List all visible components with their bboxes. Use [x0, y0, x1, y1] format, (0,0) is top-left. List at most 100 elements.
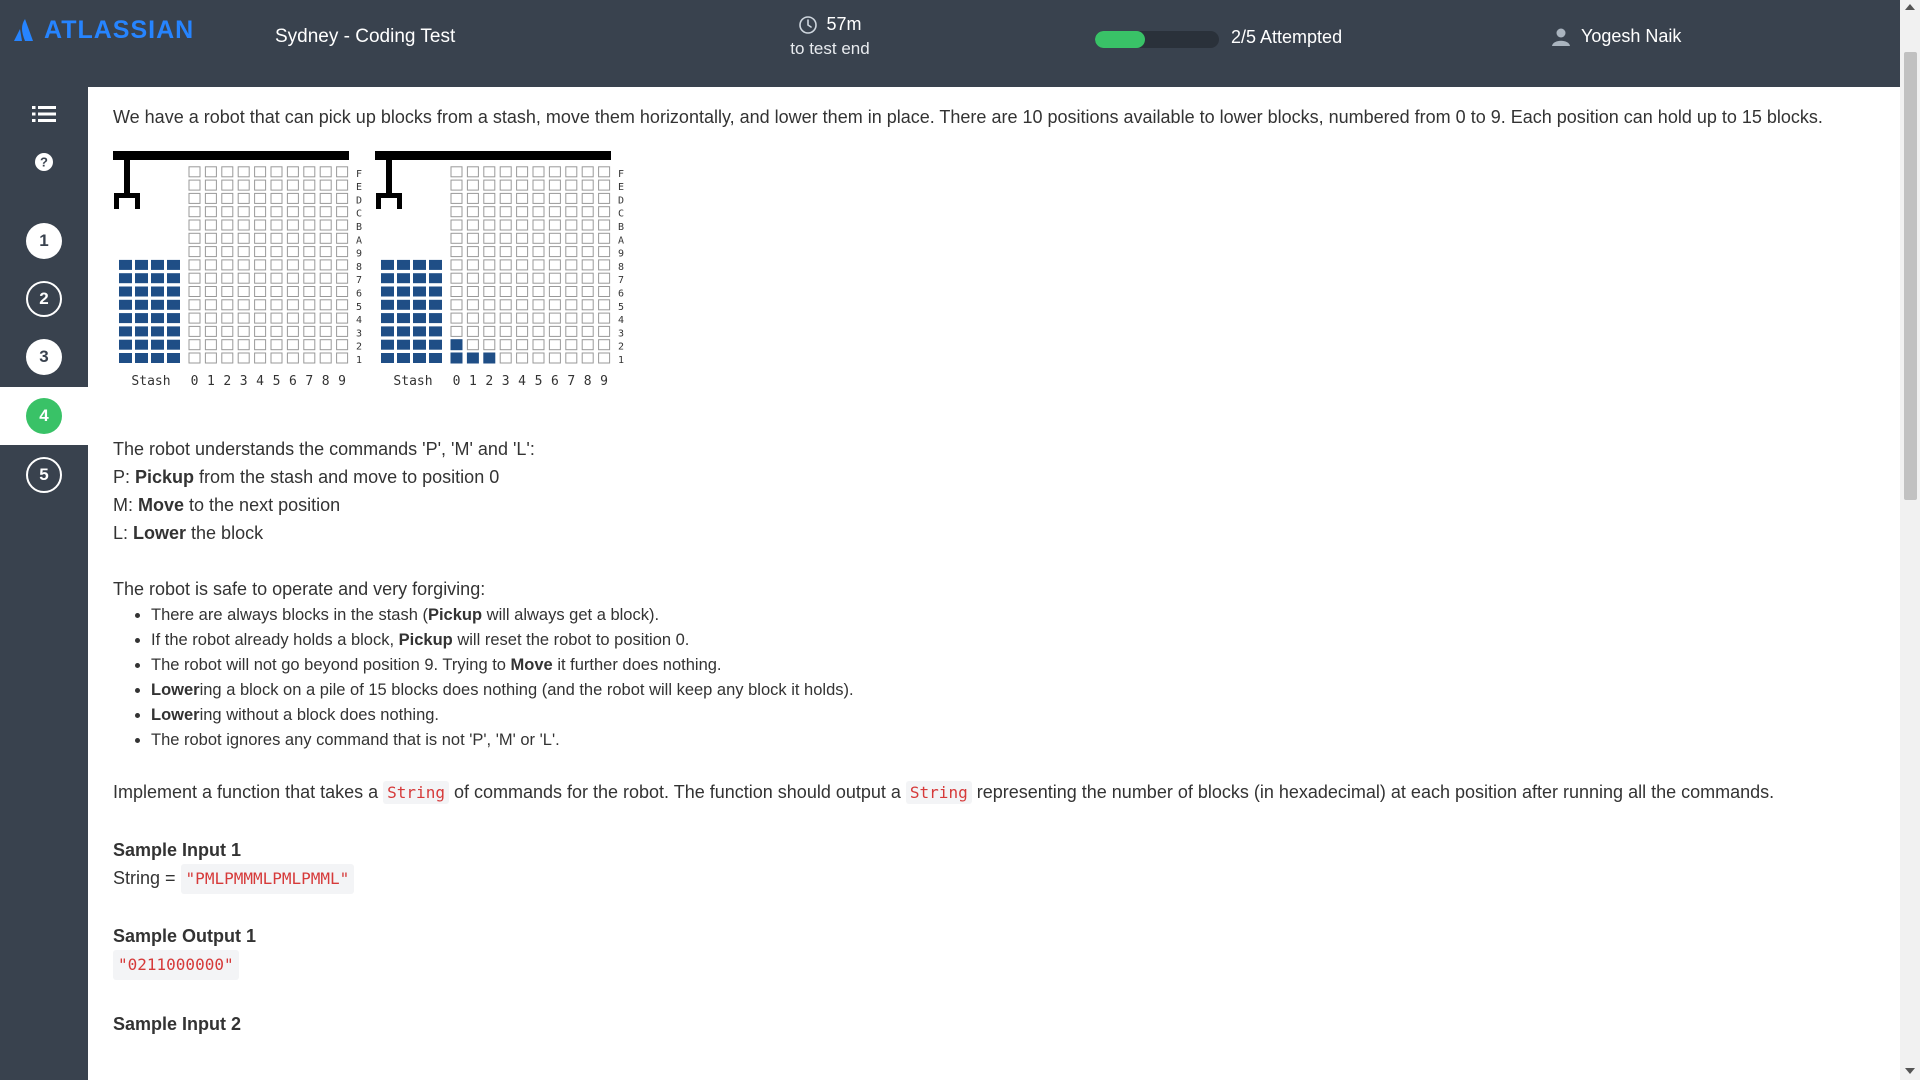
empty-slot [466, 299, 479, 311]
stash-block [119, 299, 132, 310]
empty-slot [581, 179, 594, 191]
empty-slot [598, 312, 611, 324]
empty-slot [483, 339, 496, 351]
level-label: 5 [356, 302, 362, 313]
empty-slot [270, 325, 283, 337]
empty-slot [221, 259, 234, 271]
empty-slot [516, 339, 529, 351]
empty-slot [548, 352, 561, 364]
empty-slot [548, 272, 561, 284]
rule-text: ing a block on a pile of 15 blocks does … [199, 681, 854, 699]
sample-output-1-value: "0211000000" [113, 950, 239, 980]
scroll-down-arrow-icon[interactable] [1905, 1068, 1915, 1074]
empty-slot [319, 192, 332, 204]
stash-block [381, 299, 394, 310]
empty-slot [483, 312, 496, 324]
empty-slot [466, 259, 479, 271]
scroll-thumb[interactable] [1904, 52, 1917, 500]
empty-slot [270, 339, 283, 351]
empty-slot [270, 179, 283, 191]
empty-slot [188, 206, 201, 218]
empty-slot [499, 339, 512, 351]
empty-slot [336, 312, 349, 324]
impl-text: of commands for the robot. The function … [448, 782, 906, 802]
empty-slot [237, 299, 250, 311]
empty-slot [581, 339, 594, 351]
empty-slot [254, 312, 267, 324]
empty-slot [336, 272, 349, 284]
attempted-count: 2/5 Attempted [1231, 27, 1343, 47]
empty-slot [254, 299, 267, 311]
command-l-bold: Lower [133, 523, 187, 543]
empty-slot [565, 232, 578, 244]
top-bar: ATLASSIAN Sydney - Coding Test 57m to te… [0, 0, 1920, 87]
empty-slot [188, 246, 201, 258]
empty-slot [336, 299, 349, 311]
impl-text: representing the number of blocks (in he… [971, 782, 1775, 802]
position-label: 9 [600, 374, 608, 389]
empty-slot [221, 219, 234, 231]
question-5-button[interactable]: 5 [26, 457, 62, 493]
stash-block [381, 286, 394, 297]
question-1-button[interactable]: 1 [26, 223, 62, 259]
stash-block [119, 259, 132, 270]
empty-slot [565, 325, 578, 337]
stash-block [429, 286, 442, 297]
empty-slot [319, 219, 332, 231]
empty-slot [565, 286, 578, 297]
empty-slot [598, 286, 611, 297]
empty-slot [303, 325, 316, 337]
command-p-text: from the stash and move to position 0 [194, 467, 500, 487]
empty-slot [188, 166, 201, 178]
empty-slot [450, 325, 463, 337]
stash-block [151, 326, 164, 337]
stash-block [151, 353, 164, 363]
vertical-scrollbar[interactable] [1900, 0, 1920, 1080]
level-label: 2 [618, 342, 624, 353]
inline-code: String [383, 781, 449, 804]
empty-slot [303, 339, 316, 351]
empty-slot [303, 232, 316, 244]
empty-slot [188, 352, 201, 364]
empty-slot [450, 192, 463, 204]
robot-diagram: Stash 0 1 2 3 4 5 6 7 8 9FEDCBA987654321Stash 0 1 2 3 4… [113, 151, 624, 389]
level-label: E [618, 182, 624, 193]
position-label: 1 [207, 374, 215, 389]
empty-slot [286, 219, 299, 231]
stash-block [429, 353, 442, 363]
empty-slot [286, 286, 299, 297]
empty-slot [598, 179, 611, 191]
empty-slot [319, 325, 332, 337]
empty-slot [336, 339, 349, 351]
empty-slot [499, 272, 512, 284]
empty-slot [581, 166, 594, 178]
stash-block [119, 273, 132, 284]
level-label: 5 [618, 302, 624, 313]
stash-block [397, 313, 410, 324]
help-button[interactable]: ? [0, 149, 88, 175]
question-2-button[interactable]: 2 [26, 281, 62, 317]
empty-slot [221, 325, 234, 337]
empty-slot [499, 299, 512, 311]
scroll-up-arrow-icon[interactable] [1905, 4, 1915, 10]
empty-slot [319, 179, 332, 191]
atlassian-logo: ATLASSIAN [12, 10, 194, 50]
empty-slot [221, 166, 234, 178]
empty-slot [286, 352, 299, 364]
question-3-button[interactable]: 3 [26, 339, 62, 375]
stash-block [413, 273, 426, 284]
empty-slot [270, 286, 283, 297]
stash-block [429, 326, 442, 337]
question-4-row[interactable]: 4 [0, 387, 88, 445]
stash-label: Stash [393, 374, 432, 389]
level-label: 6 [618, 289, 624, 300]
user-name: Yogesh Naik [1581, 26, 1682, 46]
questions-list-button[interactable] [0, 101, 88, 127]
empty-slot [516, 179, 529, 191]
empty-slot [221, 272, 234, 284]
empty-slot [237, 232, 250, 244]
stash-block [135, 286, 148, 297]
question-4-button[interactable]: 4 [26, 398, 62, 434]
user-menu[interactable]: Yogesh Naik [1551, 26, 1681, 47]
level-label: 8 [618, 262, 624, 273]
